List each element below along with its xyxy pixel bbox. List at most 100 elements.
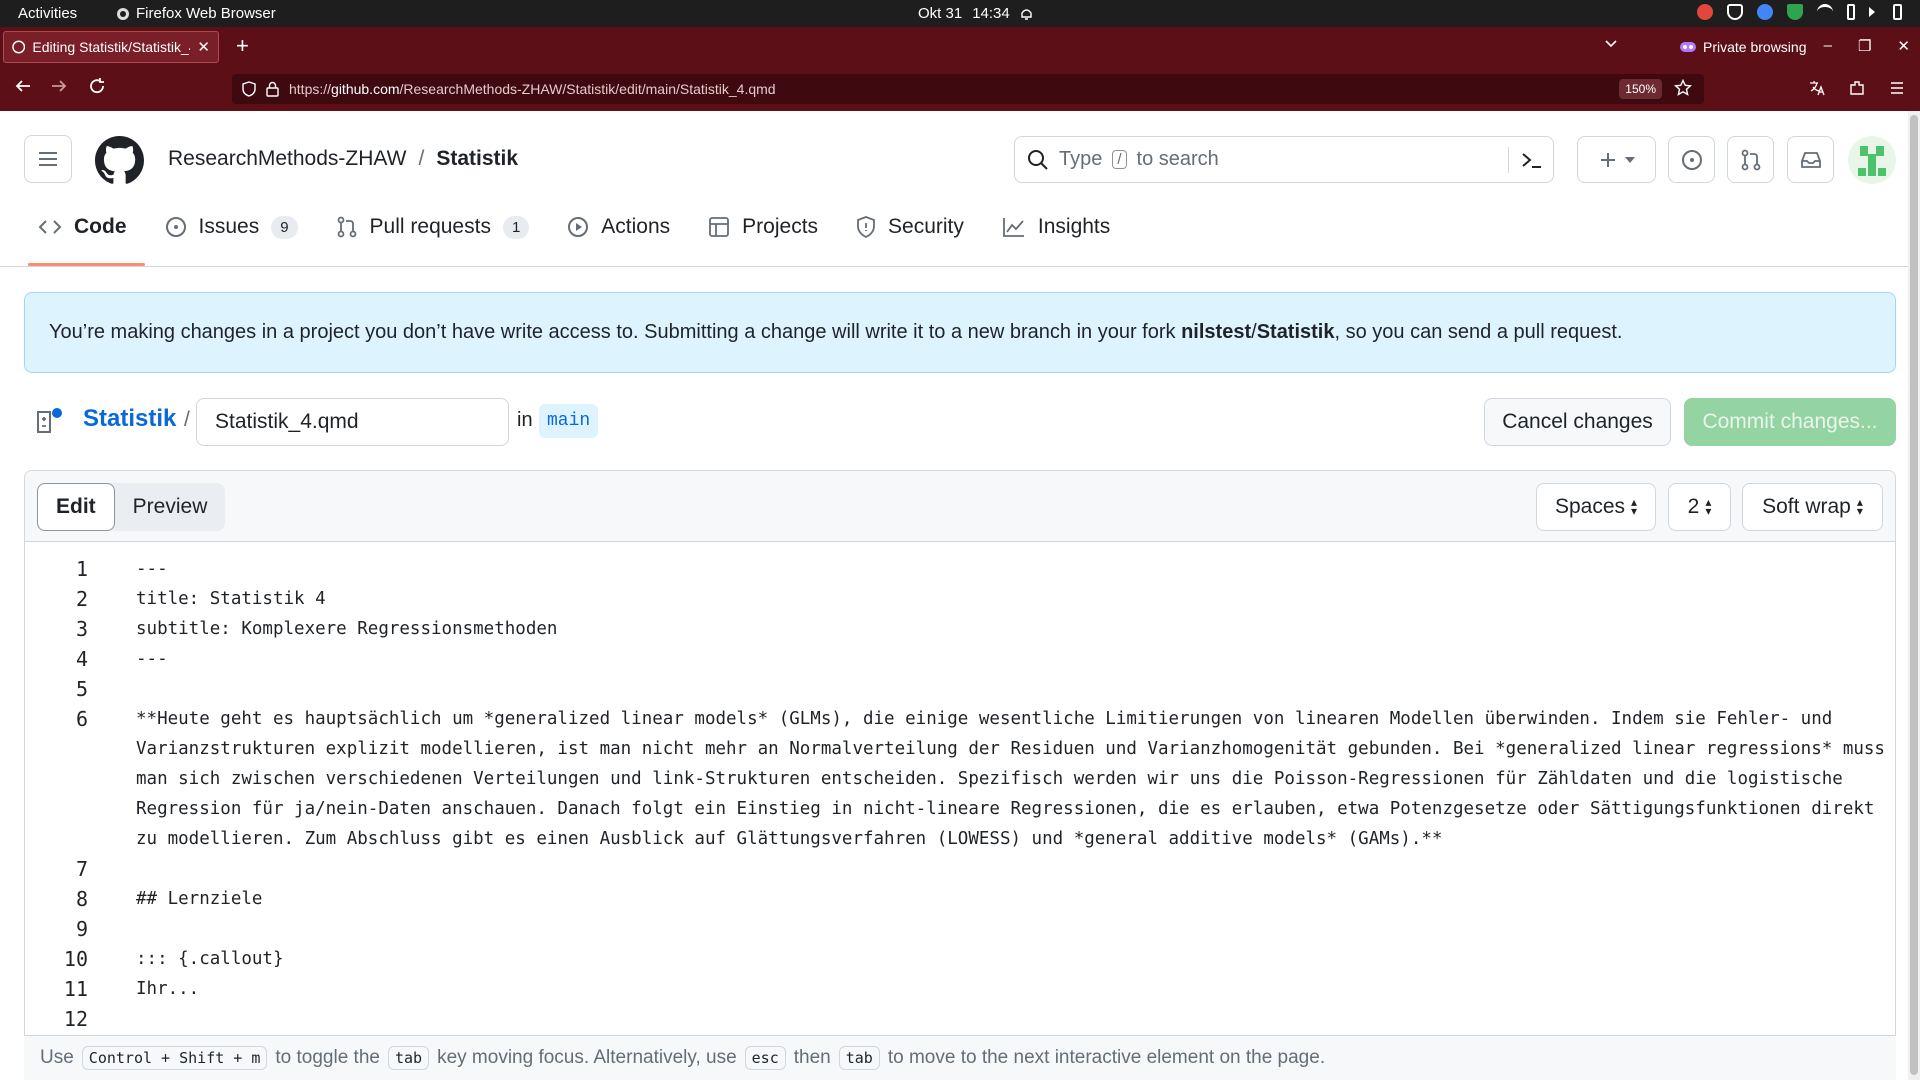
hint-esc-kbd: esc: [744, 1046, 786, 1070]
line-text: [88, 854, 1895, 884]
search-shortcut-key: /: [1112, 150, 1127, 169]
wrap-mode-select[interactable]: Soft wrap ▴ ▾: [1742, 483, 1883, 531]
issues-button[interactable]: [1668, 136, 1715, 183]
private-browsing-indicator: Private browsing: [1680, 39, 1807, 55]
tab-security-label: Security: [888, 215, 964, 238]
line-text: [88, 1004, 1895, 1034]
indent-mode-select[interactable]: Spaces ▴ ▾: [1536, 483, 1656, 531]
browser-tab-title: Editing Statistik/Statistik_4.qmd: [32, 39, 190, 55]
search-input[interactable]: Type / to search: [1014, 136, 1554, 183]
code-content[interactable]: 1 --- 2 title: Statistik 4 3 subtitle: Komp…: [25, 554, 1895, 1054]
edit-preview-toggle: Edit Preview: [37, 483, 226, 531]
zoom-level-badge[interactable]: 150%: [1619, 79, 1662, 99]
code-line: 6 **Heute geht es hauptsächlich um *gener…: [25, 704, 1895, 854]
activities-button[interactable]: Activities: [18, 5, 77, 22]
tab-preview[interactable]: Preview: [115, 483, 226, 531]
chevron-down-icon[interactable]: [1604, 36, 1618, 50]
new-tab-button[interactable]: +: [236, 35, 249, 57]
app-menu[interactable]: Firefox Web Browser: [116, 5, 276, 22]
play-icon: [568, 217, 589, 237]
breadcrumb: ResearchMethods-ZHAW / Statistik: [168, 147, 518, 171]
line-text: ---: [136, 649, 168, 669]
lock-icon[interactable]: [266, 81, 279, 97]
line-text: [88, 914, 1895, 944]
scrollbar-thumb[interactable]: [1910, 115, 1918, 1075]
minimize-icon[interactable]: –: [1824, 37, 1832, 55]
file-diff-icon[interactable]: [34, 406, 64, 436]
tab-security[interactable]: Security: [842, 207, 978, 247]
tab-pull-requests[interactable]: Pull requests 1: [322, 207, 544, 247]
tracking-shield-icon[interactable]: [242, 81, 256, 97]
code-line: 3 subtitle: Komplexere Regressionsmethode…: [25, 614, 1895, 644]
close-tab-icon[interactable]: ✕: [197, 38, 210, 56]
breadcrumb-owner[interactable]: ResearchMethods-ZHAW: [168, 147, 406, 171]
select-arrows-icon: ▴ ▾: [1856, 495, 1863, 518]
filename-input[interactable]: [196, 398, 509, 446]
global-nav-menu-button[interactable]: [24, 135, 72, 183]
select-arrows-icon: ▴ ▾: [1705, 495, 1712, 518]
browser-tab-active[interactable]: Editing Statistik/Statistik_4.qmd ✕: [3, 31, 219, 63]
command-palette-button[interactable]: [1508, 147, 1543, 173]
indent-size-value: 2: [1687, 495, 1700, 518]
line-number: 3: [75, 617, 88, 641]
tab-projects[interactable]: Projects: [694, 207, 832, 247]
code-line: 10::: {.callout}: [25, 944, 1895, 974]
firefox-icon: [117, 7, 129, 20]
branch-badge: main: [539, 404, 599, 438]
fork-notice-before: You’re making changes in a project you d…: [49, 321, 1182, 343]
issues-count-badge: 9: [271, 215, 298, 239]
shield-icon: [857, 216, 875, 238]
identicon-icon: [1858, 146, 1886, 176]
breadcrumb-repo[interactable]: Statistik: [436, 147, 518, 171]
window-controls: – ❐ ✕: [1824, 37, 1910, 55]
search-placeholder-prefix: Type: [1059, 148, 1103, 170]
tab-code[interactable]: Code: [24, 207, 144, 266]
clock-time: 14:34: [972, 5, 1010, 22]
reload-icon[interactable]: [88, 77, 106, 95]
translate-icon[interactable]: [1808, 79, 1826, 97]
line-number: 1: [75, 557, 88, 581]
code-line: 1 ---: [25, 554, 1895, 584]
restore-icon[interactable]: ❐: [1858, 37, 1871, 55]
code-editor-panel: Edit Preview Spaces ▴ ▾ 2 ▴ ▾ Soft wrap ▴ ▾…: [24, 470, 1896, 1080]
line-number: 2: [75, 587, 88, 611]
pull-requests-button[interactable]: [1727, 136, 1774, 183]
github-logo-icon[interactable]: [95, 136, 144, 185]
extensions-icon[interactable]: [1848, 79, 1866, 97]
create-new-button[interactable]: [1577, 136, 1656, 183]
page-scrollbar[interactable]: [1908, 111, 1920, 1080]
close-window-icon[interactable]: ✕: [1897, 37, 1910, 55]
back-arrow-icon[interactable]: [14, 77, 32, 95]
commit-changes-button[interactable]: Commit changes...: [1684, 398, 1896, 446]
wifi-icon: [1817, 4, 1833, 20]
bookmark-star-icon[interactable]: [1674, 79, 1692, 97]
code-icon: [38, 220, 62, 234]
avatar[interactable]: [1848, 136, 1896, 184]
path-repo-link[interactable]: Statistik: [83, 405, 176, 433]
cancel-changes-button[interactable]: Cancel changes: [1484, 398, 1671, 446]
url-text: https://github.com/ResearchMethods-ZHAW/…: [289, 81, 776, 97]
line-text: **Heute geht es hauptsächlich um *genera…: [136, 709, 1896, 849]
battery-icon: [1893, 4, 1902, 20]
tab-code-label: Code: [74, 215, 127, 238]
hint-text-3: then: [793, 1047, 831, 1068]
clock[interactable]: Okt 31 14:34: [918, 5, 1033, 22]
system-tray[interactable]: [1697, 4, 1902, 20]
tab-edit[interactable]: Edit: [37, 483, 115, 531]
forward-arrow-icon[interactable]: [50, 77, 68, 95]
tab-actions[interactable]: Actions: [553, 207, 684, 247]
url-bar[interactable]: https://github.com/ResearchMethods-ZHAW/…: [232, 74, 1704, 104]
tab-insights[interactable]: Insights: [988, 207, 1124, 247]
hint-shortcut-kbd: Control + Shift + m: [81, 1046, 268, 1070]
url-host: github.com: [331, 81, 400, 97]
repo-nav-tabs: Code Issues 9 Pull requests 1 Actions Pr…: [24, 207, 1134, 267]
menu-icon[interactable]: [1888, 79, 1906, 97]
tab-pull-requests-label: Pull requests: [369, 215, 491, 238]
indent-size-select[interactable]: 2 ▴ ▾: [1668, 483, 1731, 531]
file-path-row: Statistik / in main Cancel changes Commi…: [24, 398, 1896, 446]
code-line: 11 Ihr...: [25, 974, 1895, 1004]
tab-projects-label: Projects: [742, 215, 819, 238]
inbox-button[interactable]: [1787, 136, 1834, 183]
tab-issues[interactable]: Issues 9: [151, 207, 312, 247]
fork-repo: Statistik: [1256, 321, 1335, 343]
